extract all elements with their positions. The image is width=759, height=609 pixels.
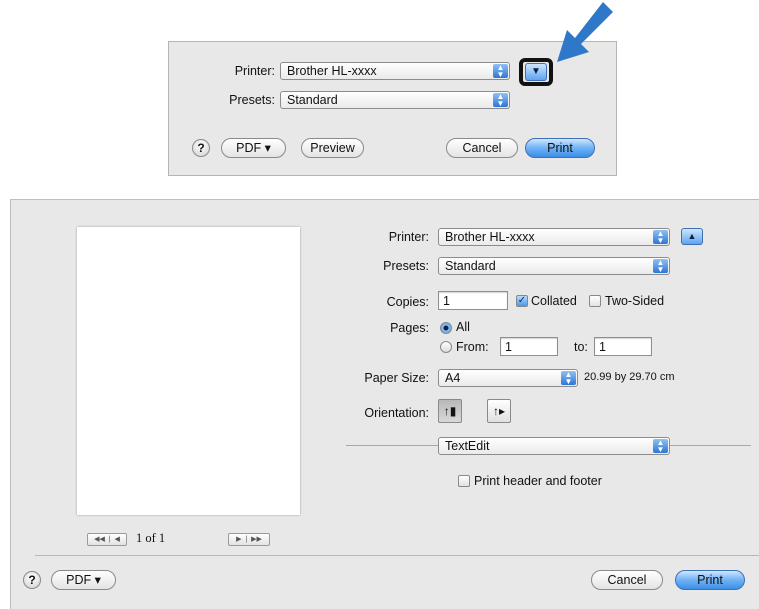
cancel-button[interactable]: Cancel (446, 138, 518, 158)
help-button[interactable]: ? (192, 139, 210, 157)
section-value: TextEdit (445, 439, 490, 453)
landscape-orientation-icon[interactable]: ↑▸ (487, 399, 511, 423)
copies-field[interactable]: 1 (438, 291, 508, 310)
preview-button[interactable]: Preview (301, 138, 364, 158)
popup-arrows-icon: ▲ ▼ (653, 259, 668, 274)
printer-value: Brother HL-xxxx (445, 230, 535, 244)
pdf-button[interactable]: PDF ▾ (51, 570, 116, 590)
presets-value: Standard (445, 259, 496, 273)
collated-checkbox[interactable]: ✓ (516, 295, 528, 307)
pages-from-radio[interactable] (440, 341, 452, 353)
paper-dimensions: 20.99 by 29.70 cm (584, 371, 675, 383)
pages-all-label: All (456, 320, 470, 334)
print-button[interactable]: Print (675, 570, 745, 590)
orientation-label: Orientation: (364, 406, 429, 420)
popup-arrows-icon: ▲ ▼ (561, 371, 576, 386)
two-sided-label: Two-Sided (605, 294, 665, 308)
section-popup[interactable]: TextEdit ▲ ▼ (438, 437, 670, 455)
collapsed-print-dialog: Printer: Brother HL-xxxx ▲ ▼ ▼ Presets: S… (168, 41, 617, 176)
printer-popup[interactable]: Brother HL-xxxx ▲ ▼ (438, 228, 670, 246)
collated-label: Collated (531, 294, 577, 308)
portrait-orientation-icon[interactable]: ↑▮ (438, 399, 462, 423)
printer-popup[interactable]: Brother HL-xxxx ▲ ▼ (280, 62, 510, 80)
expanded-print-dialog: ◀◀ | ◀ 1 of 1 ▶ | ▶▶ Printer: Brother HL… (10, 199, 759, 609)
pages-all-radio[interactable] (440, 322, 452, 334)
paper-size-popup[interactable]: A4 ▲ ▼ (438, 369, 578, 387)
popup-arrows-icon: ▲ ▼ (493, 93, 508, 108)
popup-arrows-icon: ▲ ▼ (653, 230, 668, 245)
presets-label: Presets: (383, 259, 429, 273)
pages-label: Pages: (390, 321, 429, 335)
printer-value: Brother HL-xxxx (287, 64, 377, 78)
two-sided-checkbox[interactable] (589, 295, 601, 307)
presets-popup[interactable]: Standard ▲ ▼ (280, 91, 510, 109)
paper-size-label: Paper Size: (364, 371, 429, 385)
page-preview (77, 227, 300, 515)
from-field[interactable]: 1 (500, 337, 558, 356)
print-button[interactable]: Print (525, 138, 595, 158)
header-footer-label: Print header and footer (474, 474, 602, 488)
presets-label: Presets: (229, 93, 275, 107)
disclosure-down-icon[interactable]: ▼ (525, 63, 547, 81)
to-field[interactable]: 1 (594, 337, 652, 356)
pointer-arrow-icon (557, 2, 613, 62)
pages-from-label: From: (456, 340, 489, 354)
pdf-button[interactable]: PDF ▾ (221, 138, 286, 158)
first-prev-nav[interactable]: ◀◀ | ◀ (87, 533, 127, 546)
paper-size-value: A4 (445, 371, 461, 385)
next-last-nav[interactable]: ▶ | ▶▶ (228, 533, 270, 546)
printer-label: Printer: (388, 230, 429, 244)
presets-popup[interactable]: Standard ▲ ▼ (438, 257, 670, 275)
bottom-divider (35, 555, 759, 556)
copies-label: Copies: (386, 295, 429, 309)
popup-arrows-icon: ▲ ▼ (653, 439, 668, 454)
page-indicator: 1 of 1 (136, 531, 166, 545)
header-footer-checkbox[interactable] (458, 475, 470, 487)
to-label: to: (574, 340, 588, 354)
popup-arrows-icon: ▲ ▼ (493, 64, 508, 79)
cancel-button[interactable]: Cancel (591, 570, 663, 590)
printer-label: Printer: (234, 64, 275, 78)
disclosure-up-icon[interactable]: ▲ (681, 228, 703, 245)
help-button[interactable]: ? (23, 571, 41, 589)
presets-value: Standard (287, 93, 338, 107)
